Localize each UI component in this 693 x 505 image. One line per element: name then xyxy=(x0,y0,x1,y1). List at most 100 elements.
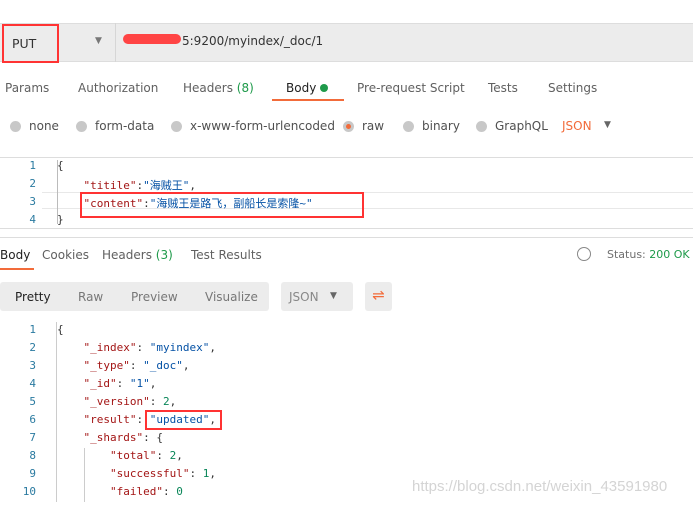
view-pretty-button[interactable]: Pretty xyxy=(15,290,51,304)
json-punctuation xyxy=(57,449,110,462)
radio-selected-icon xyxy=(343,120,354,132)
json-punctuation: , xyxy=(209,467,216,480)
method-select[interactable]: PUT xyxy=(2,24,59,63)
json-key: "failed" xyxy=(109,485,163,498)
response-tab-headers[interactable]: Headers (3) xyxy=(102,248,173,262)
line-number: 6 xyxy=(29,413,36,426)
code-line: "_index": "myindex", xyxy=(57,341,216,354)
json-key: "successful" xyxy=(109,467,190,480)
json-punctuation: , xyxy=(176,449,183,462)
raw-format-select[interactable]: JSON xyxy=(562,119,592,133)
redaction-mark xyxy=(123,34,181,44)
method-label: PUT xyxy=(12,36,37,51)
tab-authorization[interactable]: Authorization xyxy=(78,81,158,95)
json-punctuation: , xyxy=(149,377,157,390)
json-punctuation: , xyxy=(209,341,216,354)
json-punctuation: : { xyxy=(143,431,163,444)
json-punctuation: : xyxy=(129,359,144,372)
response-tab-cookies[interactable]: Cookies xyxy=(42,248,89,262)
tab-pre-request-script[interactable]: Pre-request Script xyxy=(357,81,465,95)
code-line: { xyxy=(57,159,64,172)
code-line: "failed": 0 xyxy=(57,485,183,498)
radio-graphql[interactable]: GraphQL xyxy=(476,119,548,133)
watermark: https://blog.csdn.net/weixin_43591980 xyxy=(412,478,668,495)
json-punctuation xyxy=(57,395,84,408)
view-visualize-button[interactable]: Visualize xyxy=(205,290,258,304)
line-number: 1 xyxy=(29,159,36,172)
json-punctuation xyxy=(57,413,84,426)
json-punctuation: , xyxy=(169,395,177,408)
active-tab-indicator xyxy=(272,99,344,101)
json-punctuation: : xyxy=(149,395,163,408)
json-punctuation xyxy=(57,359,84,372)
chevron-down-icon[interactable]: ▼ xyxy=(95,36,102,46)
tab-label: Headers xyxy=(183,81,233,95)
code-line: "titile":"海贼王", xyxy=(57,177,196,193)
status-value: 200 OK xyxy=(649,248,690,261)
divider xyxy=(0,237,693,238)
line-number: 8 xyxy=(29,449,36,462)
json-punctuation: , xyxy=(182,359,190,372)
chevron-down-icon[interactable]: ▼ xyxy=(604,120,611,130)
tab-headers[interactable]: Headers (8) xyxy=(183,81,254,95)
line-number: 4 xyxy=(29,377,36,390)
radio-icon xyxy=(171,120,182,132)
json-punctuation: : xyxy=(156,449,170,462)
tab-settings[interactable]: Settings xyxy=(548,81,597,95)
tab-body[interactable]: Body xyxy=(286,81,329,95)
radio-icon xyxy=(10,120,21,132)
json-key: "titile" xyxy=(83,179,137,192)
json-key: "_type" xyxy=(83,359,130,372)
radio-none[interactable]: none xyxy=(10,119,59,133)
json-key: "_version" xyxy=(83,395,150,408)
radio-label: raw xyxy=(362,119,385,133)
radio-x-www-form-urlencoded[interactable]: x-www-form-urlencoded xyxy=(171,119,335,133)
line-number: 9 xyxy=(29,467,36,480)
line-number: 3 xyxy=(29,359,36,372)
json-punctuation xyxy=(57,341,84,354)
tab-params[interactable]: Params xyxy=(5,81,49,95)
globe-icon[interactable] xyxy=(577,247,591,261)
json-string: "myindex" xyxy=(149,341,210,354)
radio-label: GraphQL xyxy=(495,119,548,133)
json-punctuation: } xyxy=(57,213,64,226)
radio-label: none xyxy=(29,119,59,133)
status-label: Status: xyxy=(607,248,646,261)
code-line: "total": 2, xyxy=(57,449,183,462)
json-punctuation xyxy=(57,431,84,444)
tab-label: Body xyxy=(286,81,317,95)
code-line: "_shards": { xyxy=(57,431,163,444)
chevron-down-icon: ▼ xyxy=(330,291,337,301)
radio-label: x-www-form-urlencoded xyxy=(190,119,335,133)
radio-icon xyxy=(76,120,87,132)
json-string: "1" xyxy=(129,377,150,390)
radio-form-data[interactable]: form-data xyxy=(76,119,154,133)
line-number: 1 xyxy=(29,323,36,336)
json-punctuation: : xyxy=(162,485,177,498)
json-punctuation: { xyxy=(57,159,64,172)
view-raw-button[interactable]: Raw xyxy=(78,290,103,304)
radio-raw[interactable]: raw xyxy=(343,119,384,133)
active-tab-indicator xyxy=(0,268,34,270)
modified-dot-icon xyxy=(320,84,329,92)
response-tab-body[interactable]: Body xyxy=(0,248,30,262)
divider xyxy=(115,23,116,62)
view-preview-button[interactable]: Preview xyxy=(131,290,178,304)
json-punctuation: , xyxy=(189,179,196,192)
radio-icon xyxy=(403,120,414,132)
response-tab-test-results[interactable]: Test Results xyxy=(191,248,262,262)
wrap-lines-icon[interactable]: ⇌ xyxy=(365,282,392,311)
code-line: "_version": 2, xyxy=(57,395,177,408)
radio-icon xyxy=(476,120,487,132)
line-number: 3 xyxy=(29,195,36,208)
json-key: "result" xyxy=(83,413,137,426)
url-input[interactable]: 5:9200/myindex/_doc/1 xyxy=(182,34,323,48)
radio-binary[interactable]: binary xyxy=(403,119,460,133)
tab-label: Headers xyxy=(102,248,152,262)
code-line: "_type": "_doc", xyxy=(57,359,190,372)
line-number: 2 xyxy=(29,177,36,190)
json-string: "_doc" xyxy=(143,359,183,372)
radio-label: form-data xyxy=(95,119,155,133)
tab-tests[interactable]: Tests xyxy=(488,81,518,95)
line-number: 7 xyxy=(29,431,36,444)
